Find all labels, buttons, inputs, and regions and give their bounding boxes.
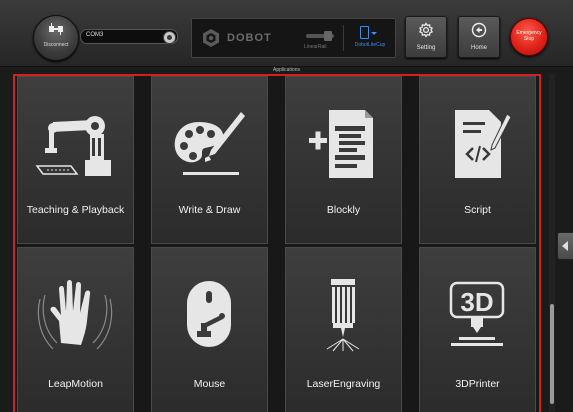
emergency-stop-label: Emergency Stop bbox=[516, 30, 542, 42]
chevron-left-icon bbox=[562, 241, 568, 251]
app-label: LeapMotion bbox=[48, 378, 103, 390]
palette-brush-icon bbox=[174, 112, 245, 175]
app-label: LaserEngraving bbox=[306, 378, 381, 390]
app-tile-write-draw[interactable]: Write & Draw bbox=[151, 76, 268, 244]
laser-icon bbox=[326, 279, 360, 352]
side-panel-toggle[interactable] bbox=[557, 232, 573, 260]
app-label: Write & Draw bbox=[178, 204, 241, 216]
dobot-logo-icon bbox=[203, 29, 219, 47]
app-tile-leapmotion[interactable]: LeapMotion bbox=[17, 247, 134, 412]
vertical-scrollbar[interactable] bbox=[549, 74, 555, 412]
linear-rail-label: LinearRail bbox=[304, 44, 327, 50]
gear-icon bbox=[418, 22, 434, 38]
app-tile-teaching-playback[interactable]: Teaching & Playback bbox=[17, 76, 134, 244]
top-toolbar: Disconnect COM3 DOBOT LinearRail DobotLi… bbox=[0, 0, 573, 67]
device-selector[interactable]: DobotLiteCup bbox=[348, 25, 392, 53]
dobot-logo-text: DOBOT bbox=[227, 32, 272, 44]
printer-3d-text: 3D bbox=[460, 287, 493, 317]
home-button[interactable]: Home bbox=[458, 16, 500, 58]
panel-divider bbox=[343, 25, 344, 51]
connection-icon bbox=[49, 23, 63, 35]
app-tile-script[interactable]: Script bbox=[419, 76, 536, 244]
applications-grid: Teaching & Playback Write & Draw Blockly… bbox=[13, 74, 541, 412]
chevron-down-icon bbox=[371, 32, 377, 35]
dropdown-knob-icon[interactable] bbox=[163, 31, 176, 44]
device-icon bbox=[360, 26, 369, 39]
serial-port-select[interactable]: COM3 bbox=[80, 29, 178, 44]
robot-arm-icon bbox=[35, 116, 111, 176]
script-code-icon bbox=[455, 110, 512, 178]
app-window: Disconnect COM3 DOBOT LinearRail DobotLi… bbox=[0, 0, 573, 412]
mouse-icon bbox=[187, 281, 231, 347]
disconnect-label: Disconnect bbox=[43, 42, 69, 48]
app-label: Script bbox=[464, 204, 491, 216]
app-tile-3d-printer[interactable]: 3D 3DPrinter bbox=[419, 247, 536, 412]
blockly-document-icon bbox=[309, 110, 373, 178]
app-tile-blockly[interactable]: Blockly bbox=[285, 76, 402, 244]
app-tile-mouse[interactable]: Mouse bbox=[151, 247, 268, 412]
emergency-stop-button[interactable]: Emergency Stop bbox=[510, 18, 548, 56]
app-label: Blockly bbox=[326, 204, 361, 216]
device-label: DobotLiteCup bbox=[354, 42, 386, 48]
home-return-icon bbox=[471, 22, 487, 38]
device-status-panel: DOBOT LinearRail DobotLiteCup bbox=[191, 18, 396, 58]
rail-slider-icon bbox=[324, 31, 332, 41]
3d-printer-icon: 3D bbox=[449, 281, 505, 346]
app-label: Mouse bbox=[193, 378, 226, 390]
hand-icon bbox=[37, 280, 113, 350]
app-tile-laser-engraving[interactable]: LaserEngraving bbox=[285, 247, 402, 412]
disconnect-button[interactable]: Disconnect bbox=[33, 15, 79, 61]
setting-button[interactable]: Setting bbox=[405, 16, 447, 58]
linear-rail-toggle[interactable]: LinearRail bbox=[304, 29, 336, 53]
app-label: Teaching & Playback bbox=[26, 204, 125, 216]
serial-port-value: COM3 bbox=[86, 32, 104, 38]
applications-caption: Applications bbox=[273, 67, 300, 73]
app-label: 3DPrinter bbox=[455, 378, 500, 390]
home-label: Home bbox=[470, 45, 487, 51]
setting-label: Setting bbox=[416, 45, 436, 51]
scrollbar-thumb[interactable] bbox=[550, 304, 554, 404]
